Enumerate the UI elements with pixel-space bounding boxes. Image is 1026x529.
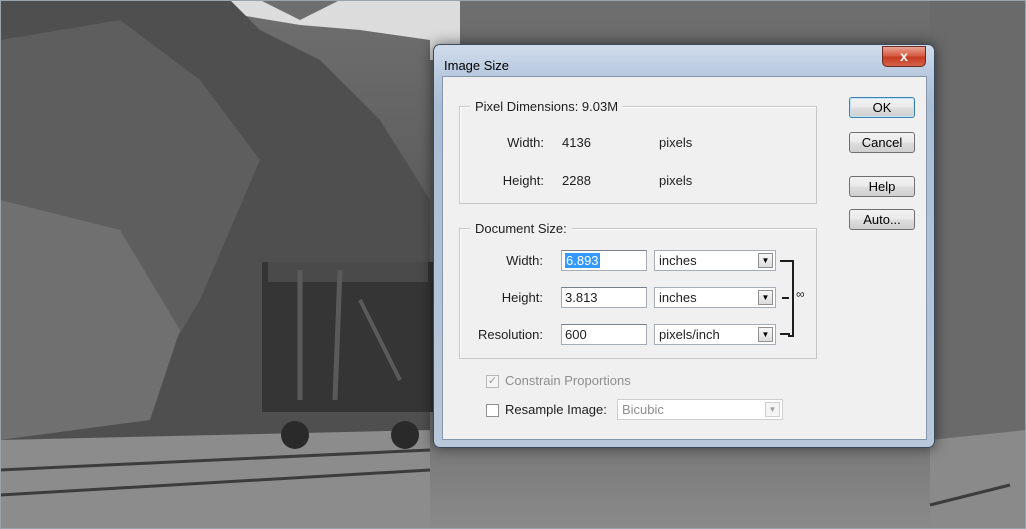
pixel-dimensions-group: Pixel Dimensions: 9.03M Width: 4136 pixe… [459,99,817,204]
cancel-button[interactable]: Cancel [849,132,915,153]
pixel-width-label: Width: [507,135,544,150]
pixel-height-value: 2288 [562,173,591,188]
pixel-width-value: 4136 [562,135,591,150]
doc-width-input[interactable]: 6.893 [561,250,647,271]
constrain-proportions-label: Constrain Proportions [505,373,631,388]
help-button[interactable]: Help [849,176,915,197]
pixel-dimensions-legend: Pixel Dimensions: 9.03M [470,99,624,114]
resolution-input[interactable]: 600 [561,324,647,345]
chevron-down-icon[interactable]: ▼ [758,290,773,305]
resolution-unit-select[interactable]: pixels/inch ▼ [654,324,776,345]
resolution-value: 600 [565,327,587,342]
doc-height-input[interactable]: 3.813 [561,287,647,308]
pixel-height-unit: pixels [659,173,693,188]
close-icon: x [900,48,908,64]
doc-width-unit-select[interactable]: inches ▼ [654,250,776,271]
document-size-legend: Document Size: [470,221,572,236]
resample-method: Bicubic [622,402,664,417]
pixel-height-label: Height: [502,173,544,188]
ok-button[interactable]: OK [849,97,915,118]
close-button[interactable]: x [882,46,926,67]
chevron-down-icon[interactable]: ▼ [758,327,773,342]
doc-height-label: Height: [501,290,543,305]
resolution-unit: pixels/inch [659,327,720,342]
pixel-width-unit: pixels [659,135,693,150]
chevron-down-icon[interactable]: ▼ [758,253,773,268]
doc-width-label: Width: [506,253,543,268]
doc-height-unit: inches [659,290,697,305]
link-bracket-middle [782,297,789,299]
doc-height-value: 3.813 [565,290,598,305]
constrain-proportions-checkbox[interactable]: ✓ [486,375,499,388]
chain-link-icon: ∞ [796,287,805,301]
doc-width-unit: inches [659,253,697,268]
dialog-title: Image Size [444,58,510,73]
resample-image-checkbox[interactable] [486,404,499,417]
doc-height-unit-select[interactable]: inches ▼ [654,287,776,308]
doc-width-value: 6.893 [565,253,600,268]
dialog-client-area: Pixel Dimensions: 9.03M Width: 4136 pixe… [442,76,927,440]
resample-method-select[interactable]: Bicubic ▼ [617,399,783,420]
resolution-label: Resolution: [477,327,543,342]
document-size-group: Document Size: Width: 6.893 inches ▼ Hei… [459,221,817,359]
resample-image-label: Resample Image: [505,402,607,417]
chevron-down-icon: ▼ [765,402,780,417]
image-size-dialog: Image Size x Pixel Dimensions: 9.03M Wid… [433,44,935,448]
auto-button[interactable]: Auto... [849,209,915,230]
